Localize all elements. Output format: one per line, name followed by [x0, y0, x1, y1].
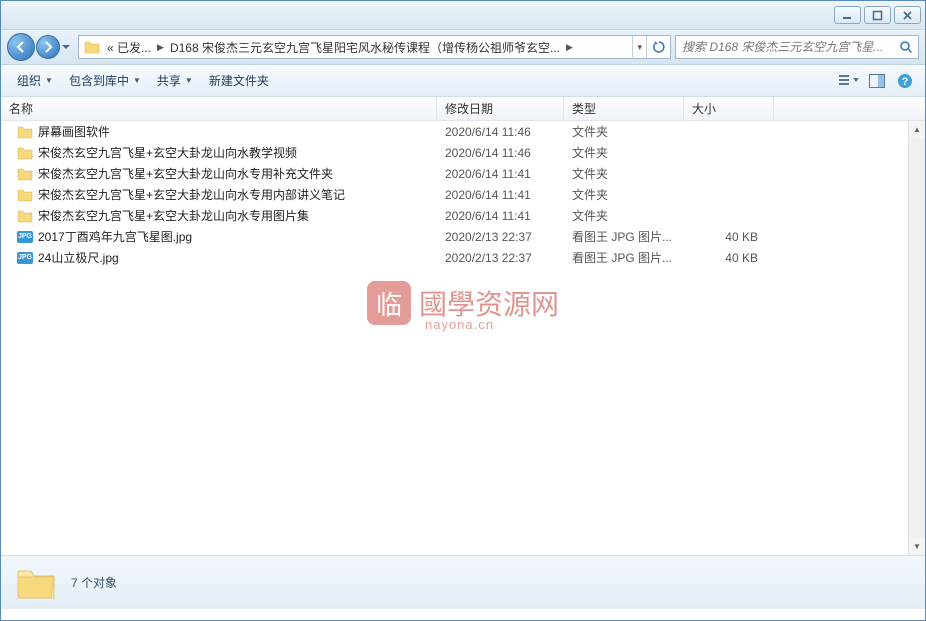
breadcrumb-arrow-icon[interactable]: ▶: [562, 42, 577, 53]
file-size-cell: 40 KB: [684, 251, 774, 265]
file-row[interactable]: 屏幕画图软件 2020/6/14 11:46文件夹: [1, 121, 925, 142]
scroll-up-button[interactable]: ▲: [909, 121, 925, 138]
forward-button[interactable]: [36, 35, 60, 59]
help-button[interactable]: ?: [893, 69, 917, 93]
history-dropdown[interactable]: [60, 37, 72, 57]
file-date-cell: 2020/6/14 11:41: [437, 167, 564, 181]
column-header-name[interactable]: 名称: [1, 97, 437, 120]
status-text: 7 个对象: [71, 574, 117, 591]
svg-text:?: ?: [902, 76, 909, 88]
file-name: 宋俊杰玄空九宫飞星+玄空大卦龙山向水专用补充文件夹: [38, 165, 333, 182]
window-titlebar: [1, 1, 925, 30]
file-name: 宋俊杰玄空九宫飞星+玄空大卦龙山向水专用内部讲义笔记: [38, 186, 345, 203]
file-row[interactable]: 宋俊杰玄空九宫飞星+玄空大卦龙山向水专用图片集 2020/6/14 11:41文件…: [1, 205, 925, 226]
file-type-cell: 文件夹: [564, 186, 684, 203]
file-date-cell: 2020/2/13 22:37: [437, 251, 564, 265]
navigation-bar: « 已发... ▶ D168 宋俊杰三元玄空九宫飞星阳宅风水秘传课程（增传杨公祖…: [1, 30, 925, 65]
folder-icon: [82, 37, 102, 57]
breadcrumb-arrow-icon[interactable]: ▶: [153, 42, 168, 53]
jpg-icon: JPG: [17, 231, 33, 243]
scroll-track[interactable]: [909, 138, 925, 538]
search-input[interactable]: [676, 40, 894, 54]
file-name-cell: 屏幕画图软件: [1, 123, 437, 140]
file-name: 24山立极尺.jpg: [38, 249, 119, 266]
file-row[interactable]: JPG 2017丁酉鸡年九宫飞星图.jpg 2020/2/13 22:37看图王 J…: [1, 226, 925, 247]
back-button[interactable]: [7, 33, 35, 61]
file-name-cell: JPG 24山立极尺.jpg: [1, 249, 437, 266]
refresh-button[interactable]: [646, 36, 670, 58]
file-type-cell: 文件夹: [564, 165, 684, 182]
watermark: 临 國學资源网 nayona.cn: [367, 281, 559, 325]
search-icon[interactable]: [894, 40, 918, 54]
breadcrumb-segment[interactable]: D168 宋俊杰三元玄空九宫飞星阳宅风水秘传课程（增传杨公祖师爷玄空...: [168, 36, 562, 58]
address-bar[interactable]: « 已发... ▶ D168 宋俊杰三元玄空九宫飞星阳宅风水秘传课程（增传杨公祖…: [78, 35, 671, 59]
file-row[interactable]: 宋俊杰玄空九宫飞星+玄空大卦龙山向水专用补充文件夹 2020/6/14 11:41…: [1, 163, 925, 184]
file-list: 屏幕画图软件2020/6/14 11:46文件夹宋俊杰玄空九宫飞星+玄空大卦龙山…: [1, 121, 925, 555]
file-type-cell: 文件夹: [564, 144, 684, 161]
file-name-cell: 宋俊杰玄空九宫飞星+玄空大卦龙山向水专用图片集: [1, 207, 437, 224]
file-name-cell: JPG 2017丁酉鸡年九宫飞星图.jpg: [1, 228, 437, 245]
maximize-button[interactable]: [864, 6, 891, 24]
file-row[interactable]: 宋俊杰玄空九宫飞星+玄空大卦龙山向水专用内部讲义笔记 2020/6/14 11:4…: [1, 184, 925, 205]
file-name: 屏幕画图软件: [38, 123, 110, 140]
column-header-size[interactable]: 大小: [684, 97, 774, 120]
file-name-cell: 宋俊杰玄空九宫飞星+玄空大卦龙山向水专用补充文件夹: [1, 165, 437, 182]
preview-pane-button[interactable]: [865, 69, 889, 93]
file-name-cell: 宋俊杰玄空九宫飞星+玄空大卦龙山向水教学视频: [1, 144, 437, 161]
file-date-cell: 2020/6/14 11:41: [437, 209, 564, 223]
file-date-cell: 2020/6/14 11:46: [437, 146, 564, 160]
minimize-button[interactable]: [834, 6, 861, 24]
file-size-cell: 40 KB: [684, 230, 774, 244]
file-name-cell: 宋俊杰玄空九宫飞星+玄空大卦龙山向水专用内部讲义笔记: [1, 186, 437, 203]
file-type-cell: 看图王 JPG 图片...: [564, 249, 684, 266]
breadcrumb-segment[interactable]: « 已发...: [105, 36, 153, 58]
file-row[interactable]: JPG 24山立极尺.jpg 2020/2/13 22:37看图王 JPG 图片..…: [1, 247, 925, 268]
file-date-cell: 2020/6/14 11:41: [437, 188, 564, 202]
file-type-cell: 看图王 JPG 图片...: [564, 228, 684, 245]
file-type-cell: 文件夹: [564, 123, 684, 140]
share-menu[interactable]: 共享▼: [149, 68, 201, 93]
file-date-cell: 2020/6/14 11:46: [437, 125, 564, 139]
jpg-icon: JPG: [17, 252, 33, 264]
file-row[interactable]: 宋俊杰玄空九宫飞星+玄空大卦龙山向水教学视频 2020/6/14 11:46文件夹: [1, 142, 925, 163]
column-headers: 名称 修改日期 类型 大小: [1, 97, 925, 121]
path-dropdown[interactable]: ▾: [632, 36, 646, 58]
file-date-cell: 2020/2/13 22:37: [437, 230, 564, 244]
command-bar: 组织▼ 包含到库中▼ 共享▼ 新建文件夹 ?: [1, 65, 925, 97]
view-options-button[interactable]: [837, 69, 861, 93]
column-header-type[interactable]: 类型: [564, 97, 684, 120]
status-bar: 7 个对象: [1, 555, 925, 609]
search-box[interactable]: [675, 35, 919, 59]
file-name: 宋俊杰玄空九宫飞星+玄空大卦龙山向水教学视频: [38, 144, 297, 161]
scroll-down-button[interactable]: ▼: [909, 538, 925, 555]
file-name: 宋俊杰玄空九宫飞星+玄空大卦龙山向水专用图片集: [38, 207, 309, 224]
organize-menu[interactable]: 组织▼: [9, 68, 61, 93]
folder-large-icon: [15, 565, 57, 601]
close-button[interactable]: [894, 6, 921, 24]
file-type-cell: 文件夹: [564, 207, 684, 224]
file-name: 2017丁酉鸡年九宫飞星图.jpg: [38, 228, 192, 245]
include-menu[interactable]: 包含到库中▼: [61, 68, 149, 93]
column-header-date[interactable]: 修改日期: [437, 97, 564, 120]
vertical-scrollbar[interactable]: ▲ ▼: [908, 121, 925, 555]
newfolder-button[interactable]: 新建文件夹: [201, 68, 277, 93]
